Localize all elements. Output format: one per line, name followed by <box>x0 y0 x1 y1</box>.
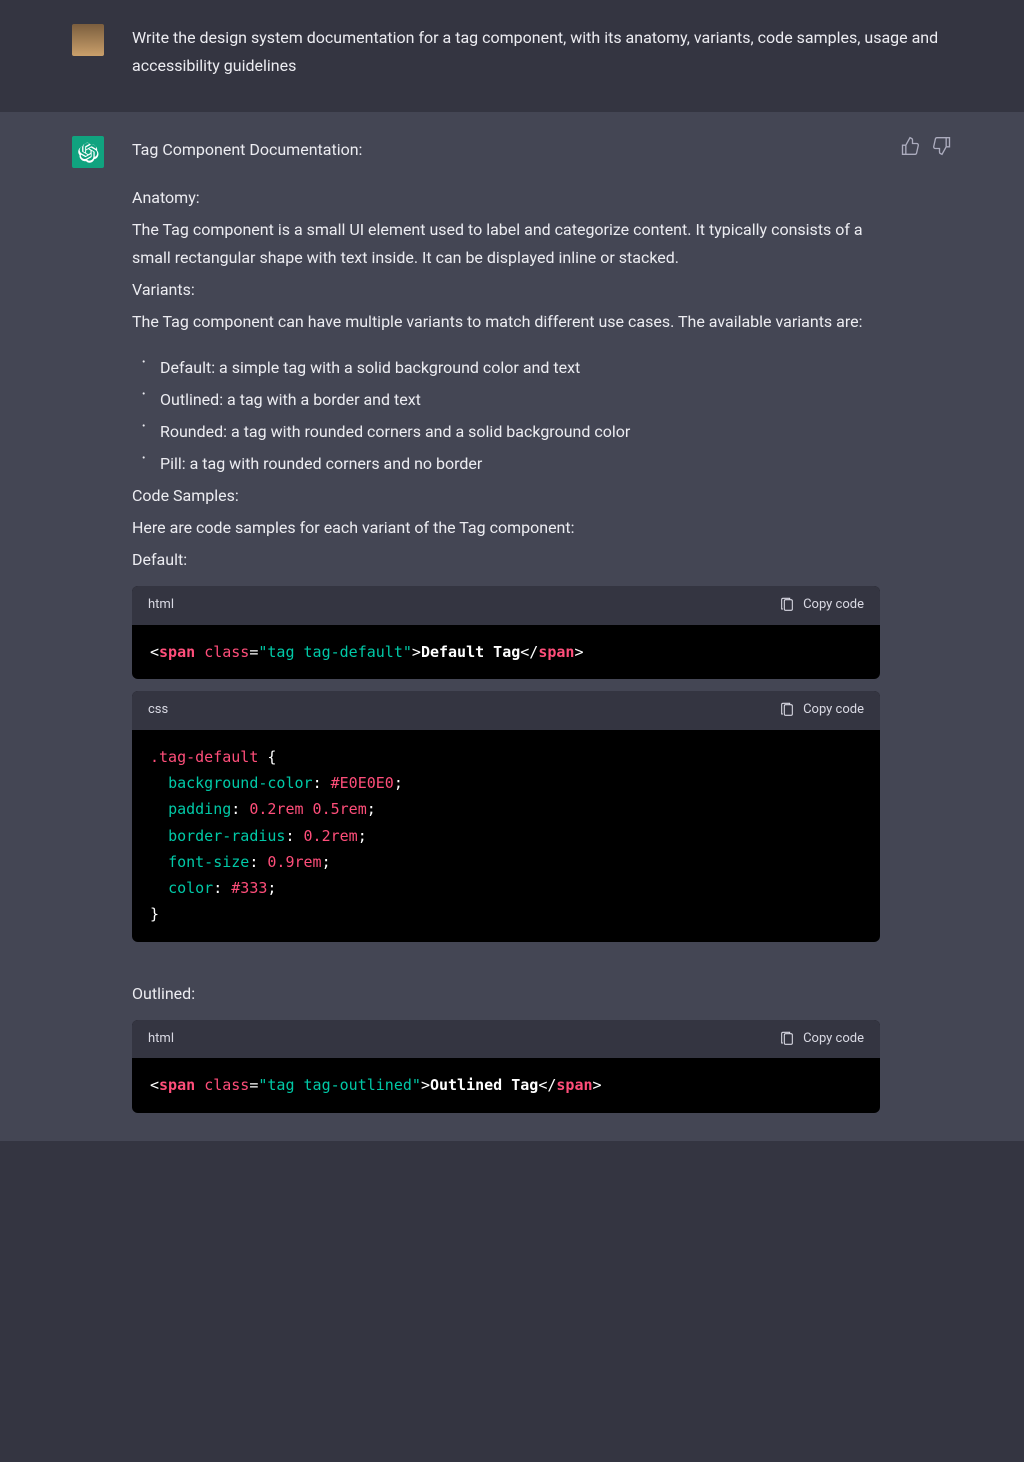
code-block-default-html: html Copy code <span class="tag tag-defa… <box>132 586 880 679</box>
user-prompt-text: Write the design system documentation fo… <box>132 24 952 80</box>
anatomy-heading: Anatomy: <box>132 184 880 212</box>
anatomy-body: The Tag component is a small UI element … <box>132 216 880 272</box>
list-item: Rounded: a tag with rounded corners and … <box>140 418 880 446</box>
thumbs-down-icon <box>932 136 952 156</box>
thumbs-up-button[interactable] <box>900 136 920 156</box>
code-samples-heading: Code Samples: <box>132 482 880 510</box>
copy-label: Copy code <box>803 594 864 617</box>
clipboard-icon <box>779 597 795 613</box>
assistant-message: Tag Component Documentation: Anatomy: Th… <box>0 112 1024 1141</box>
code-samples-intro: Here are code samples for each variant o… <box>132 514 880 542</box>
list-item: Pill: a tag with rounded corners and no … <box>140 450 880 478</box>
variants-heading: Variants: <box>132 276 880 304</box>
openai-logo-icon <box>77 141 99 163</box>
copy-code-button[interactable]: Copy code <box>779 594 864 617</box>
thumbs-down-button[interactable] <box>932 136 952 156</box>
code-content: <span class="tag tag-default">Default Ta… <box>132 625 880 679</box>
code-block-default-css: css Copy code .tag-default { background-… <box>132 691 880 942</box>
clipboard-icon <box>779 1031 795 1047</box>
assistant-avatar <box>72 136 104 168</box>
code-block-outlined-html: html Copy code <span class="tag tag-outl… <box>132 1020 880 1113</box>
response-title: Tag Component Documentation: <box>132 136 880 164</box>
code-lang-label: css <box>148 699 168 722</box>
default-label: Default: <box>132 546 880 574</box>
list-item: Outlined: a tag with a border and text <box>140 386 880 414</box>
clipboard-icon <box>779 702 795 718</box>
copy-label: Copy code <box>803 1028 864 1051</box>
code-lang-label: html <box>148 594 174 617</box>
code-content: .tag-default { background-color: #E0E0E0… <box>132 730 880 942</box>
list-item: Default: a simple tag with a solid backg… <box>140 354 880 382</box>
variants-intro: The Tag component can have multiple vari… <box>132 308 880 336</box>
user-message: Write the design system documentation fo… <box>0 0 1024 112</box>
thumbs-up-icon <box>900 136 920 156</box>
copy-code-button[interactable]: Copy code <box>779 1028 864 1051</box>
code-lang-label: html <box>148 1028 174 1051</box>
outlined-label: Outlined: <box>132 980 880 1008</box>
variants-list: Default: a simple tag with a solid backg… <box>140 354 880 478</box>
code-content: <span class="tag tag-outlined">Outlined … <box>132 1058 880 1112</box>
copy-label: Copy code <box>803 699 864 722</box>
feedback-actions <box>900 136 952 1113</box>
user-avatar <box>72 24 104 56</box>
copy-code-button[interactable]: Copy code <box>779 699 864 722</box>
